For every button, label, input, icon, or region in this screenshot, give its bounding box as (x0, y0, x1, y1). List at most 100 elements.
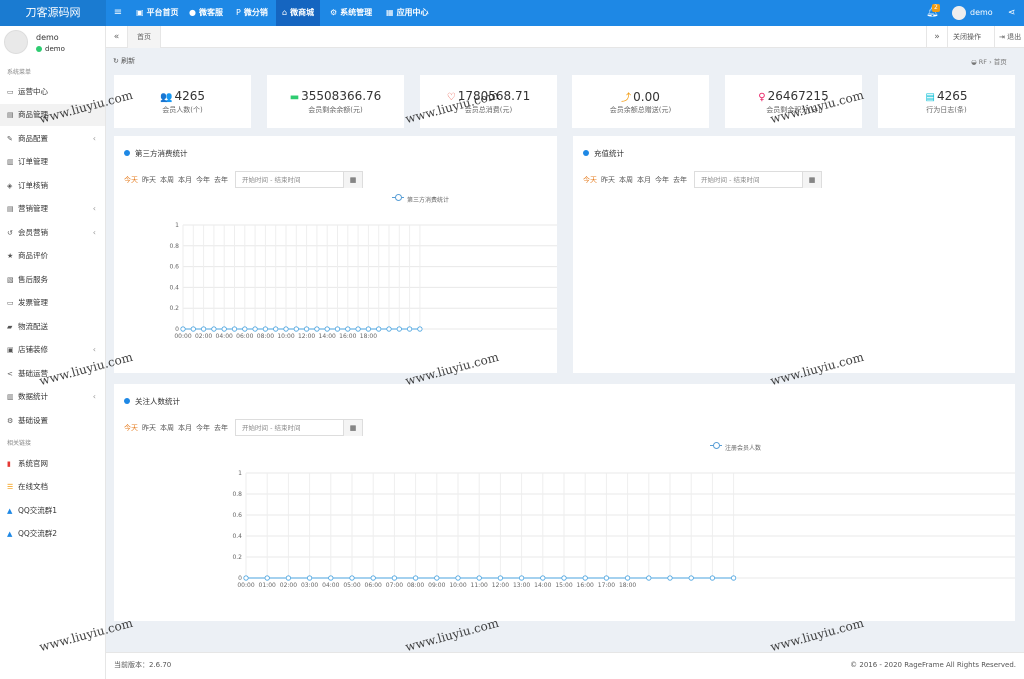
stat-number: 4265 (174, 89, 205, 103)
data-point (518, 575, 525, 581)
menu-toggle-icon[interactable]: ≡ (109, 0, 127, 26)
sidebar-link-official-site[interactable]: ▮ 系统官网 (0, 453, 105, 475)
close-operations-dropdown[interactable]: 关闭操作 (953, 26, 981, 48)
data-point (252, 326, 258, 332)
nav-platform-home[interactable]: ▣ 平台首页 (130, 0, 185, 26)
x-tick-label: 04:00 (216, 333, 233, 340)
sidebar-item-basic-settings[interactable]: ⚙ 基础设置 (0, 410, 105, 432)
version-text: 当前版本：2.6.70 (114, 661, 172, 669)
chevron-left-icon: ‹ (92, 134, 96, 143)
footer: 当前版本：2.6.70 © 2016 - 2020 RageFrame All … (106, 652, 1024, 679)
x-tick-label: 07:00 (386, 582, 403, 589)
sidebar-item-label: 运营中心 (18, 87, 48, 96)
data-point (307, 575, 313, 581)
share-icon[interactable]: ⋖ (1008, 0, 1016, 26)
sidebar-item-product-config[interactable]: ✎ 商品配置 ‹ (0, 128, 105, 150)
sidebar-item-order-manage[interactable]: ▥ 订单管理 (0, 151, 105, 173)
data-point (221, 326, 227, 332)
data-point (391, 575, 397, 581)
data-point (349, 575, 355, 581)
data-point (283, 326, 289, 332)
nav-wechat-service[interactable]: ● 微客服 (183, 0, 229, 26)
data-point (285, 575, 291, 581)
sidebar-link-qq-group-1[interactable]: ▲ QQ交流群1 (0, 500, 105, 522)
top-username[interactable]: demo (970, 0, 993, 26)
nav-system-manage[interactable]: ⚙ 系统管理 (324, 0, 378, 26)
notification-bell-icon[interactable]: 🔔︎ 2 (926, 0, 940, 26)
y-tick-label: 1 (238, 470, 242, 477)
refresh-button[interactable]: ↻ 刷新 (113, 56, 135, 66)
monitor-icon: ▭ (7, 88, 14, 96)
y-tick-label: 0.4 (169, 284, 179, 291)
data-point (262, 326, 268, 332)
brand-logo[interactable]: 刀客源码网 (0, 0, 106, 26)
stat-value: ⤴ 0.00 (572, 89, 709, 104)
sidebar-item-after-sales[interactable]: ▧ 售后服务 (0, 269, 105, 291)
tab-scroll-left-button[interactable]: « (106, 26, 128, 48)
online-dot-icon (36, 46, 42, 52)
tab-scroll-right-button[interactable]: » (926, 26, 948, 48)
credit-card-icon: ▬ (289, 92, 300, 103)
briefcase-icon: ▤ (7, 205, 14, 213)
filter-this-month[interactable]: 本月 (637, 176, 651, 184)
sidebar-link-qq-group-2[interactable]: ▲ QQ交流群2 (0, 523, 105, 545)
panel-recharge: 充值统计 今天 昨天 本周 本月 今年 去年 开始时间 - 结束时间 ▦ (573, 136, 1015, 373)
gear-icon: ⚙ (7, 417, 14, 425)
breadcrumb-root[interactable]: RF (979, 58, 987, 66)
reply-icon: ↺ (7, 229, 13, 237)
y-tick-label: 0.6 (232, 512, 242, 519)
sidebar-link-docs[interactable]: ☰ 在线文档 (0, 476, 105, 498)
sidebar-item-shop-decor[interactable]: ▣ 店铺装修 ‹ (0, 339, 105, 361)
nav-mall[interactable]: ⌂ 微商城 (276, 0, 321, 26)
calendar-icon[interactable]: ▦ (802, 172, 821, 188)
invoice-icon: ▭ (7, 299, 14, 307)
copyright-text: © 2016 - 2020 RageFrame All Rights Reser… (850, 661, 1016, 669)
data-point (688, 575, 694, 581)
sidebar-item-label: 在线文档 (18, 482, 48, 491)
x-tick-label: 13:00 (513, 582, 530, 589)
nav-distribution[interactable]: P 微分销 (230, 0, 274, 26)
x-tick-label: 18:00 (619, 582, 636, 589)
filter-this-week[interactable]: 本周 (619, 176, 633, 184)
date-range-input[interactable]: 开始时间 - 结束时间 ▦ (694, 171, 822, 188)
bookmark-icon: ▮ (7, 460, 11, 468)
stat-value: 👥 4265 (114, 89, 251, 103)
panel-third-party-consumption: 第三方消费统计 今天 昨天 本周 本月 今年 去年 开始时间 - 结束时间 ▦ 第三方消费统… (114, 136, 557, 373)
bookmark-icon: ▣ (136, 8, 144, 17)
sidebar-item-logistics[interactable]: ▰ 物流配送 (0, 316, 105, 338)
sidebar-item-invoice[interactable]: ▭ 发票管理 (0, 292, 105, 314)
filter-today[interactable]: 今天 (583, 176, 597, 184)
nav-app-center[interactable]: ▦ 应用中心 (380, 0, 435, 26)
logout-button[interactable]: ⇥ 退出 (994, 26, 1021, 48)
y-tick-label: 0.2 (169, 305, 179, 312)
sidebar-username: demo (36, 33, 59, 42)
stat-number: 0.00 (633, 90, 660, 104)
filter-this-year[interactable]: 今年 (655, 176, 669, 184)
data-point (386, 326, 392, 332)
panel-followers: 关注人数统计 今天 昨天 本周 本月 今年 去年 开始时间 - 结束时间 ▦ 注册会员人数 … (114, 384, 1015, 621)
data-point (709, 575, 716, 581)
sidebar-item-statistics[interactable]: ▥ 数据统计 ‹ (0, 386, 105, 408)
sidebar-item-marketing[interactable]: ▤ 营销管理 ‹ (0, 198, 105, 220)
sidebar-item-label: 订单核销 (18, 181, 48, 190)
star-icon: ★ (7, 252, 14, 260)
section-header-links: 相关链接 (7, 440, 32, 447)
x-tick-label: 06:00 (236, 333, 253, 340)
tab-home[interactable]: 首页 (128, 26, 161, 48)
sidebar-item-member-marketing[interactable]: ↺ 会员营销 ‹ (0, 222, 105, 244)
data-point (345, 326, 351, 332)
shop-icon: ⌂ (282, 8, 288, 17)
sidebar-item-label: 订单管理 (18, 157, 48, 166)
y-tick-label: 1 (175, 222, 179, 229)
sidebar-item-product-review[interactable]: ★ 商品评价 (0, 245, 105, 267)
x-tick-label: 04:00 (322, 582, 339, 589)
avatar[interactable] (952, 6, 966, 20)
filter-last-year[interactable]: 去年 (673, 176, 687, 184)
nav-label: 系统管理 (340, 8, 373, 17)
filter-yesterday[interactable]: 昨天 (601, 176, 615, 184)
stat-value: ▬ 35508366.76 (267, 89, 404, 103)
x-tick-label: 10:00 (277, 333, 294, 340)
sidebar-item-label: QQ交流群1 (18, 506, 58, 515)
date-range-placeholder: 开始时间 - 结束时间 (701, 176, 760, 184)
sidebar-item-order-verify[interactable]: ◈ 订单核销 (0, 175, 105, 197)
